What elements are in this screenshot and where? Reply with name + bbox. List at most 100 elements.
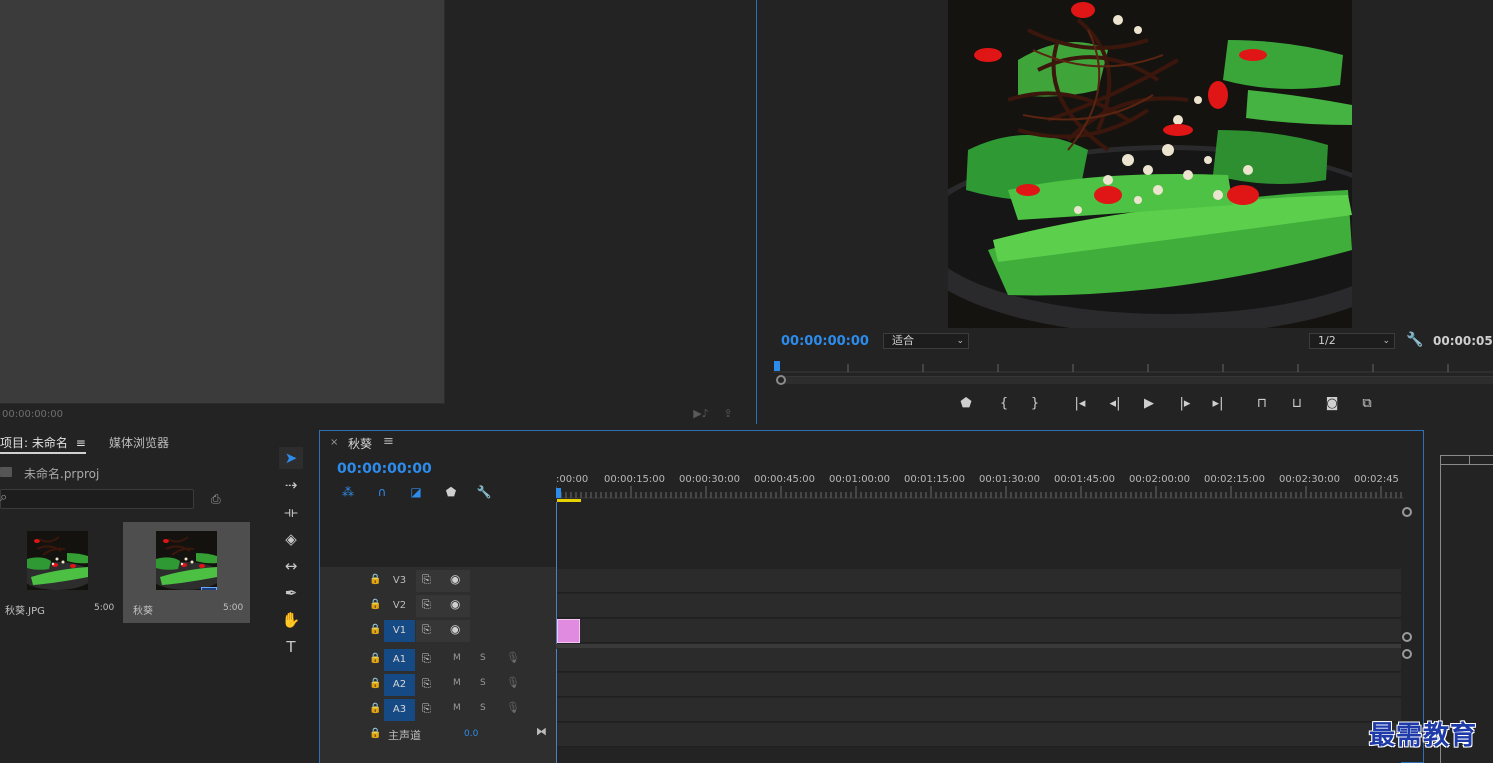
track-name[interactable]: A2 bbox=[384, 674, 415, 696]
solo-button[interactable]: S bbox=[480, 653, 486, 663]
search-icon: ⌕ bbox=[0, 490, 8, 505]
project-item-sequence[interactable]: 秋葵 5:00 bbox=[123, 522, 250, 623]
hand-icon[interactable]: ✋ bbox=[279, 609, 303, 631]
sequence-tab-title[interactable]: 秋葵 bbox=[348, 435, 372, 452]
menu-icon[interactable]: ≡ bbox=[76, 436, 86, 450]
lock-icon[interactable]: 🔒 bbox=[369, 678, 381, 689]
work-area-bar[interactable] bbox=[557, 499, 581, 502]
go-to-end-icon[interactable]: ⧓ bbox=[536, 725, 547, 738]
export-icon[interactable]: ⇪ bbox=[720, 407, 736, 421]
sync-lock-icon[interactable]: ⎘ bbox=[422, 573, 431, 587]
pen-icon[interactable]: ✒ bbox=[279, 582, 303, 604]
close-icon[interactable]: × bbox=[330, 437, 338, 448]
selection-tool-icon[interactable]: ➤ bbox=[279, 447, 303, 469]
track-row-master[interactable] bbox=[557, 723, 1401, 747]
program-timecode[interactable]: 00:00:00:00 bbox=[781, 334, 869, 349]
lock-icon[interactable]: 🔒 bbox=[369, 574, 381, 585]
track-row-a1[interactable] bbox=[557, 648, 1401, 672]
export-frame-icon[interactable]: ◙ bbox=[1323, 395, 1341, 413]
lock-icon[interactable]: 🔒 bbox=[369, 728, 381, 739]
nest-icon[interactable]: ⁂ bbox=[339, 484, 357, 500]
scroll-handle-bottom[interactable] bbox=[1402, 632, 1412, 642]
comparison-view-icon[interactable]: ⧉ bbox=[1357, 395, 1377, 413]
track-header-v2: 🔒 V2 ⎘ ◉ bbox=[320, 594, 556, 618]
lock-icon[interactable]: 🔒 bbox=[369, 624, 381, 635]
linked-selection-icon[interactable]: ◪ bbox=[407, 484, 425, 500]
slip-icon[interactable]: ↔ bbox=[279, 555, 303, 577]
microphone-icon[interactable]: 🎙 bbox=[506, 701, 520, 714]
marker-icon[interactable]: ⬟ bbox=[958, 395, 974, 413]
sync-lock-icon[interactable]: ⎘ bbox=[422, 677, 431, 691]
timeline-playhead[interactable] bbox=[556, 488, 561, 498]
type-icon[interactable]: T bbox=[279, 636, 303, 658]
sync-lock-icon[interactable]: ⎘ bbox=[422, 623, 431, 637]
program-scrub-bar[interactable] bbox=[781, 376, 1493, 384]
go-to-in-icon[interactable]: |◂ bbox=[1071, 395, 1089, 413]
lift-icon[interactable]: ⊓ bbox=[1252, 395, 1272, 413]
tab-project[interactable]: 项目: 未命名 ≡ bbox=[0, 434, 86, 451]
track-header-a3: 🔒 A3 ⎘ M S 🎙 bbox=[320, 698, 556, 722]
step-back-icon[interactable]: ◂| bbox=[1106, 395, 1124, 413]
step-forward-icon[interactable]: |▸ bbox=[1176, 395, 1194, 413]
ripple-edit-icon[interactable]: ⟛ bbox=[279, 501, 303, 523]
insert-icon[interactable]: ▶♪ bbox=[693, 407, 709, 421]
track-name[interactable]: V1 bbox=[384, 620, 415, 642]
program-monitor-video-frame[interactable] bbox=[948, 0, 1352, 328]
sync-lock-icon[interactable]: ⎘ bbox=[422, 702, 431, 716]
audio-scroll-handle-top[interactable] bbox=[1402, 649, 1412, 659]
track-row-a3[interactable] bbox=[557, 698, 1401, 722]
solo-button[interactable]: S bbox=[480, 678, 486, 688]
solo-button[interactable]: S bbox=[480, 703, 486, 713]
extract-icon[interactable]: ⊔ bbox=[1287, 395, 1307, 413]
lock-icon[interactable]: 🔒 bbox=[369, 599, 381, 610]
track-name[interactable]: A3 bbox=[384, 699, 415, 721]
track-name[interactable]: V2 bbox=[384, 595, 415, 617]
track-row-v2[interactable] bbox=[557, 594, 1401, 618]
scroll-handle-top[interactable] bbox=[1402, 507, 1412, 517]
project-filename: 未命名.prproj bbox=[24, 467, 100, 481]
program-playhead[interactable] bbox=[774, 361, 780, 371]
mark-out-icon[interactable]: } bbox=[1027, 395, 1043, 413]
resolution-select[interactable]: 1/2 ⌄ bbox=[1309, 333, 1395, 349]
eye-icon[interactable]: ◉ bbox=[450, 572, 460, 586]
add-marker-icon[interactable]: ⬟ bbox=[442, 484, 460, 500]
source-monitor-canvas[interactable] bbox=[0, 0, 445, 404]
mute-button[interactable]: M bbox=[453, 703, 461, 713]
tab-media-browser[interactable]: 媒体浏览器 bbox=[109, 434, 169, 451]
mute-button[interactable]: M bbox=[453, 678, 461, 688]
project-search-input[interactable] bbox=[0, 489, 194, 509]
track-row-v1[interactable] bbox=[557, 619, 1401, 643]
wrench-icon[interactable]: 🔧 bbox=[475, 484, 493, 500]
track-row-a2[interactable] bbox=[557, 673, 1401, 697]
eye-icon[interactable]: ◉ bbox=[450, 622, 460, 636]
go-to-out-icon[interactable]: ▸| bbox=[1209, 395, 1227, 413]
find-bin-icon[interactable]: ⎙ bbox=[211, 492, 221, 507]
razor-icon[interactable]: ◈ bbox=[279, 528, 303, 550]
eye-icon[interactable]: ◉ bbox=[450, 597, 460, 611]
program-zoom-handle[interactable] bbox=[776, 375, 786, 385]
wrench-icon[interactable]: 🔧 bbox=[1406, 332, 1423, 348]
master-volume-value[interactable]: 0.0 bbox=[464, 729, 478, 739]
lock-icon[interactable]: 🔒 bbox=[369, 653, 381, 664]
project-file-icon bbox=[0, 467, 12, 477]
source-timecode[interactable]: 00:00:00:00 bbox=[2, 409, 63, 420]
ruler-label: 00:02:00:00 bbox=[1129, 474, 1191, 485]
play-icon[interactable]: ▶ bbox=[1140, 395, 1158, 413]
track-row-v3[interactable] bbox=[557, 569, 1401, 593]
timeline-timecode[interactable]: 00:00:00:00 bbox=[337, 461, 432, 477]
zoom-select[interactable]: 适合 ⌄ bbox=[883, 333, 969, 349]
microphone-icon[interactable]: 🎙 bbox=[506, 651, 520, 664]
microphone-icon[interactable]: 🎙 bbox=[506, 676, 520, 689]
mark-in-icon[interactable]: { bbox=[996, 395, 1012, 413]
project-item-still[interactable]: 秋葵.JPG 5:00 bbox=[0, 522, 127, 623]
timeline-clip[interactable] bbox=[557, 619, 580, 643]
snap-magnet-icon[interactable]: ∩ bbox=[373, 484, 391, 500]
track-name[interactable]: V3 bbox=[384, 570, 415, 592]
sync-lock-icon[interactable]: ⎘ bbox=[422, 598, 431, 612]
track-name[interactable]: A1 bbox=[384, 649, 415, 671]
track-select-forward-icon[interactable]: ⇢ bbox=[279, 474, 303, 496]
sync-lock-icon[interactable]: ⎘ bbox=[422, 652, 431, 666]
mute-button[interactable]: M bbox=[453, 653, 461, 663]
menu-icon[interactable]: ≡ bbox=[383, 434, 394, 449]
lock-icon[interactable]: 🔒 bbox=[369, 703, 381, 714]
